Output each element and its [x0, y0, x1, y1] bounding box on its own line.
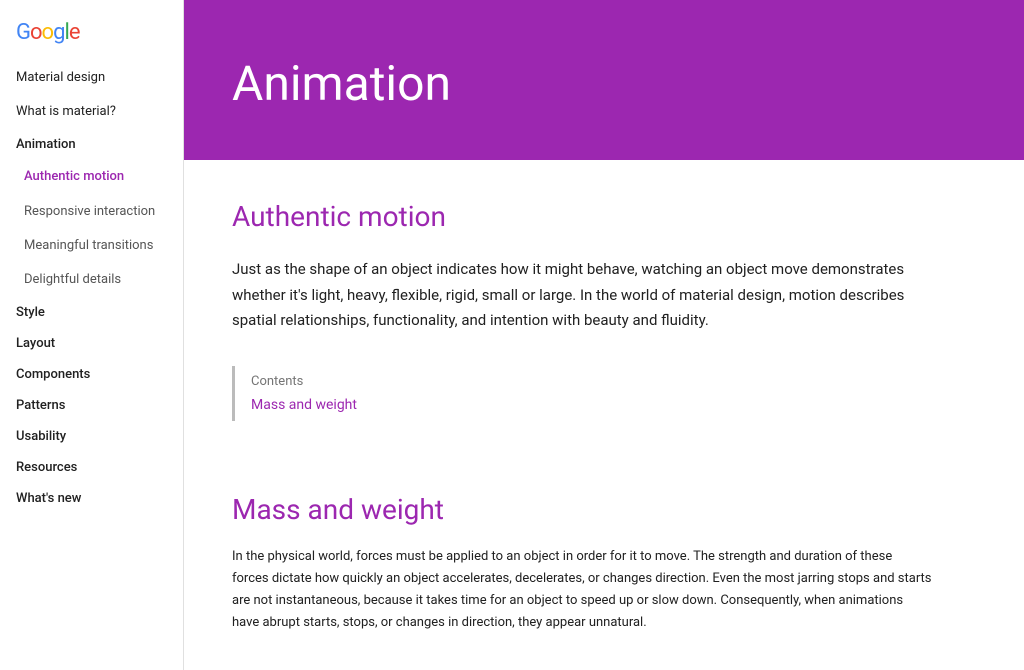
sidebar-item-animation[interactable]: Animation — [0, 129, 183, 160]
authentic-motion-body: Just as the shape of an object indicates… — [232, 257, 932, 334]
sidebar-item-layout[interactable]: Layout — [0, 328, 183, 359]
mass-and-weight-link[interactable]: Mass and weight — [251, 397, 960, 413]
sidebar: Google Material design What is material?… — [0, 0, 184, 670]
content-area: Authentic motion Just as the shape of an… — [184, 160, 1024, 670]
sidebar-item-style[interactable]: Style — [0, 297, 183, 328]
contents-label: Contents — [251, 374, 960, 389]
sidebar-item-what-is-material[interactable]: What is material? — [0, 95, 183, 129]
sidebar-item-resources[interactable]: Resources — [0, 452, 183, 483]
page-title: Animation — [232, 55, 451, 112]
sidebar-item-whats-new[interactable]: What's new — [0, 483, 183, 514]
section-divider — [232, 461, 976, 493]
mass-and-weight-title: Mass and weight — [232, 493, 976, 526]
sidebar-item-meaningful-transitions[interactable]: Meaningful transitions — [0, 229, 183, 263]
sidebar-item-authentic-motion[interactable]: Authentic motion — [0, 160, 183, 194]
contents-box: Contents Mass and weight — [232, 366, 976, 421]
google-logo: Google — [0, 12, 183, 61]
sidebar-item-material-design[interactable]: Material design — [0, 61, 183, 95]
authentic-motion-title: Authentic motion — [232, 200, 976, 233]
hero-banner: Animation — [184, 0, 1024, 160]
sidebar-item-patterns[interactable]: Patterns — [0, 390, 183, 421]
sidebar-item-components[interactable]: Components — [0, 359, 183, 390]
sidebar-item-usability[interactable]: Usability — [0, 421, 183, 452]
mass-and-weight-body: In the physical world, forces must be ap… — [232, 546, 932, 634]
main-content: Animation Authentic motion Just as the s… — [184, 0, 1024, 670]
sidebar-item-responsive-interaction[interactable]: Responsive interaction — [0, 195, 183, 229]
sidebar-item-delightful-details[interactable]: Delightful details — [0, 263, 183, 297]
